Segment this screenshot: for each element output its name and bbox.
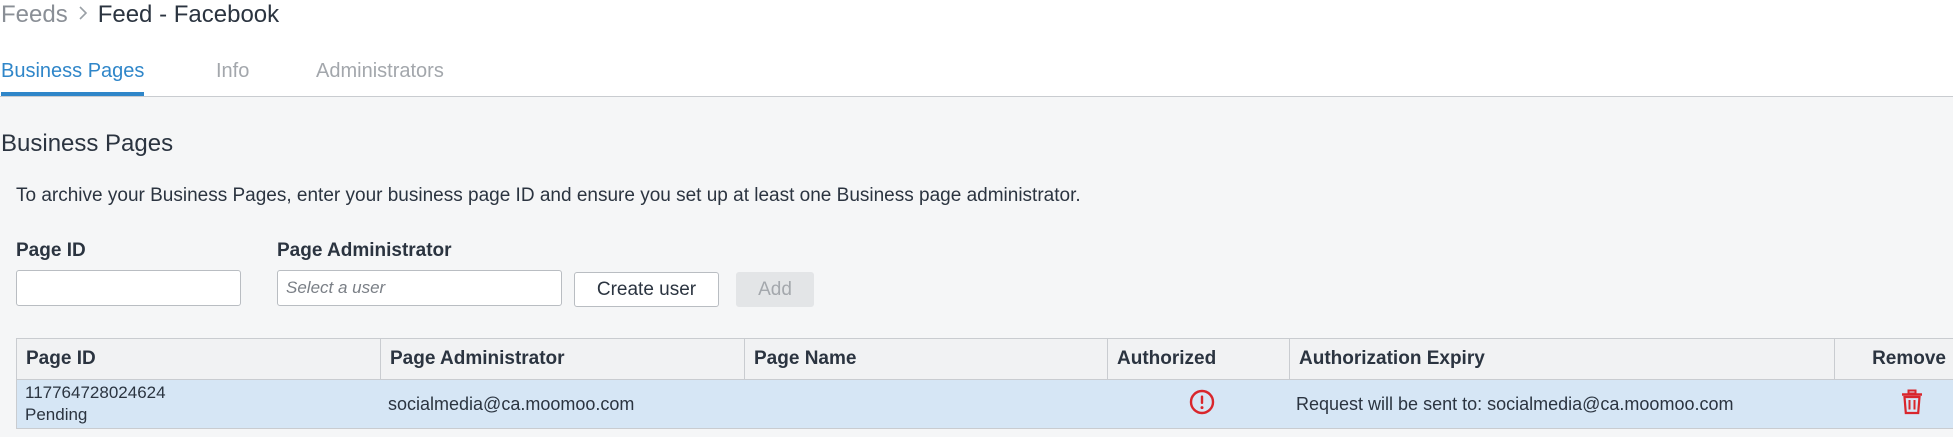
page-id-input[interactable]: [16, 270, 241, 306]
page-admin-select[interactable]: [277, 270, 562, 306]
business-pages-table: Page ID Page Administrator Page Name Aut…: [16, 338, 1953, 429]
tab-business-pages[interactable]: Business Pages: [1, 60, 145, 96]
column-header-page-name[interactable]: Page Name: [745, 339, 1108, 379]
trash-icon[interactable]: [1900, 389, 1924, 420]
breadcrumb-feeds-link[interactable]: Feeds: [1, 1, 68, 29]
page-id-cell: 117764728024624 Pending: [25, 380, 375, 428]
create-user-button[interactable]: Create user: [574, 272, 719, 307]
authorization-expiry-cell: Request will be sent to: socialmedia@ca.…: [1296, 394, 1734, 414]
page-id-value: 117764728024624: [25, 383, 166, 402]
breadcrumb: Feeds Feed - Facebook: [1, 0, 279, 30]
intro-text: To archive your Business Pages, enter yo…: [16, 185, 1081, 206]
tab-administrators[interactable]: Administrators: [316, 60, 444, 94]
table-header: Page ID Page Administrator Page Name Aut…: [16, 338, 1953, 380]
tab-info[interactable]: Info: [216, 60, 249, 94]
column-header-page-id[interactable]: Page ID: [17, 339, 381, 379]
page-administrator-cell: socialmedia@ca.moomoo.com: [388, 394, 635, 414]
section-title: Business Pages: [1, 130, 174, 157]
remove-cell: [1887, 380, 1937, 428]
column-header-page-administrator[interactable]: Page Administrator: [381, 339, 745, 379]
add-button[interactable]: Add: [736, 272, 814, 307]
status-text: Pending: [25, 405, 88, 424]
authorized-cell: [1112, 380, 1292, 428]
page-id-label: Page ID: [16, 240, 86, 261]
column-header-authorized[interactable]: Authorized: [1108, 339, 1290, 379]
table-row[interactable]: 117764728024624 Pending socialmedia@ca.m…: [16, 380, 1953, 429]
page-title: Feed - Facebook: [97, 1, 280, 28]
page-header: Feeds Feed - Facebook Business Pages Inf…: [0, 0, 1953, 97]
page-admin-label: Page Administrator: [277, 240, 452, 261]
alert-circle-icon[interactable]: [1189, 389, 1215, 420]
column-header-remove: Remove: [1872, 348, 1946, 369]
chevron-right-icon: [78, 4, 88, 27]
column-header-authorization-expiry[interactable]: Authorization Expiry: [1290, 339, 1835, 379]
